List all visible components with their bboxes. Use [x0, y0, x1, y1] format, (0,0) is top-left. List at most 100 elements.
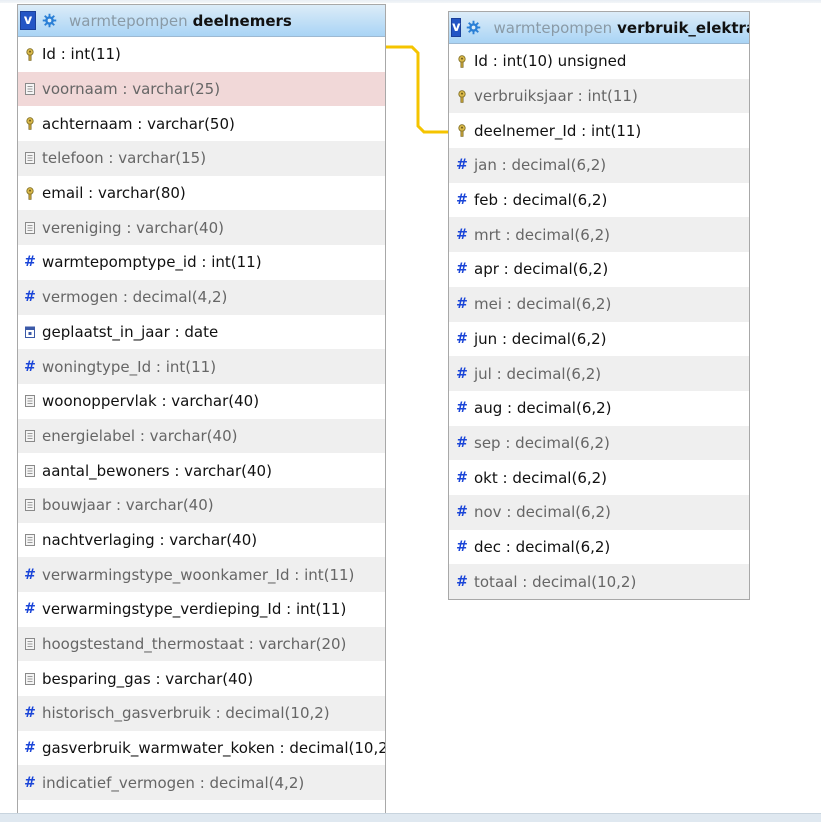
gear-icon[interactable]: [41, 13, 57, 29]
column-name: aantal_bewoners: [42, 461, 170, 480]
column-row[interactable]: # indicatief_vermogen : decimal(4,2): [18, 765, 385, 801]
column-row[interactable]: bouwjaar : varchar(40): [18, 487, 385, 523]
column-row[interactable]: telefoon : varchar(15): [18, 141, 385, 176]
column-type: decimal(6,2): [515, 537, 611, 556]
column-row[interactable]: geplaatst_in_jaar : date: [18, 315, 385, 350]
numeric-icon: #: [456, 226, 468, 243]
column-separator: :: [55, 45, 71, 64]
text-icon: [24, 637, 36, 651]
column-separator: :: [103, 149, 119, 168]
numeric-icon: #: [24, 774, 36, 791]
column-row[interactable]: # verwarmingstype_woonkamer_Id : int(11): [18, 557, 385, 592]
key-icon: [456, 54, 468, 68]
column-row[interactable]: # okt : decimal(6,2): [449, 460, 749, 495]
table-header[interactable]: v warmtepompen verbruik_elektra: [449, 12, 749, 44]
column-name: dec: [474, 537, 501, 556]
column-row[interactable]: # jul : decimal(6,2): [449, 356, 749, 391]
column-name: email: [42, 184, 84, 203]
table-name[interactable]: verbruik_elektra: [617, 19, 749, 37]
column-type: int(10) unsigned: [502, 52, 627, 71]
column-separator: :: [517, 572, 533, 591]
column-row[interactable]: # mei : decimal(6,2): [449, 286, 749, 322]
column-type: int(11): [304, 565, 355, 584]
column-row[interactable]: deelnemer_Id : int(11): [449, 113, 749, 148]
column-row[interactable]: # woningtype_Id : int(11): [18, 349, 385, 384]
column-row[interactable]: # sep : decimal(6,2): [449, 425, 749, 461]
key-icon: [24, 186, 36, 200]
column-separator: :: [497, 329, 512, 348]
column-row[interactable]: # apr : decimal(6,2): [449, 252, 749, 287]
column-row[interactable]: # totaal : decimal(10,2): [449, 564, 749, 599]
column-separator: :: [487, 52, 503, 71]
gear-icon[interactable]: [466, 20, 481, 36]
column-type: int(11): [70, 45, 121, 64]
column-row[interactable]: besparing_gas : varchar(40): [18, 661, 385, 696]
numeric-icon: #: [456, 261, 468, 278]
column-name: historisch_gasverbruik: [42, 704, 211, 723]
column-row[interactable]: # jun : decimal(6,2): [449, 322, 749, 357]
column-row[interactable]: energielabel : varchar(40): [18, 418, 385, 454]
column-row[interactable]: # gasverbruik_warmwater_koken : decimal(1…: [18, 731, 385, 766]
column-type: decimal(6,2): [513, 260, 609, 279]
column-row[interactable]: vereniging : varchar(40): [18, 210, 385, 246]
column-row[interactable]: # verwarmingstype_verdieping_Id : int(11): [18, 592, 385, 627]
column-row[interactable]: # warmtepomptype_id : int(11): [18, 245, 385, 280]
column-name: vermogen: [42, 288, 119, 307]
table-verbruik-elektra[interactable]: v warmtepompen verbruik_elektra Id : int…: [448, 11, 750, 600]
column-row[interactable]: Id : int(10) unsigned: [449, 44, 749, 79]
column-row[interactable]: # aug : decimal(6,2): [449, 391, 749, 426]
column-type: decimal(6,2): [512, 191, 608, 210]
column-row[interactable]: # mrt : decimal(6,2): [449, 217, 749, 253]
column-name: nachtverlaging: [42, 530, 155, 549]
column-name: achternaam: [42, 114, 133, 133]
column-separator: :: [154, 530, 170, 549]
numeric-icon: #: [24, 601, 36, 618]
column-row[interactable]: # historisch_gasverbruik : decimal(10,2): [18, 696, 385, 731]
column-type: decimal(6,2): [515, 225, 610, 244]
column-separator: :: [498, 260, 514, 279]
table-menu-button[interactable]: v: [20, 11, 36, 30]
column-name: okt: [474, 468, 498, 487]
column-row[interactable]: hoogstestand_thermostaat : varchar(20): [18, 626, 385, 662]
column-row[interactable]: # dec : decimal(6,2): [449, 530, 749, 565]
column-type: varchar(40): [169, 530, 258, 549]
column-separator: :: [501, 503, 517, 522]
numeric-icon: #: [456, 469, 468, 486]
column-row[interactable]: achternaam : varchar(50): [18, 106, 385, 141]
column-name: Id: [474, 52, 488, 71]
column-row[interactable]: verbruiksjaar : int(11): [449, 78, 749, 114]
column-name: besparing_gas: [42, 669, 151, 688]
column-row[interactable]: email : varchar(80): [18, 176, 385, 211]
column-separator: :: [500, 433, 516, 452]
column-separator: :: [289, 565, 305, 584]
table-name[interactable]: deelnemers: [193, 12, 292, 30]
column-type: decimal(6,2): [516, 503, 611, 522]
column-separator: :: [151, 357, 166, 376]
column-row[interactable]: nachtverlaging : varchar(40): [18, 523, 385, 558]
column-row[interactable]: aantal_bewoners : varchar(40): [18, 453, 385, 488]
column-type: varchar(80): [97, 184, 186, 203]
text-icon: [24, 151, 36, 165]
text-icon: [24, 82, 36, 96]
key-icon: [24, 47, 36, 61]
column-type: int(11): [590, 121, 642, 140]
numeric-icon: #: [24, 358, 36, 375]
table-deelnemers[interactable]: v warmtepompen deelnemers Id : int(11) vo…: [17, 4, 386, 816]
column-name: geplaatst_in_jaar: [42, 322, 170, 341]
numeric-icon: #: [24, 566, 36, 583]
column-separator: :: [132, 114, 148, 133]
column-row[interactable]: # vermogen : decimal(4,2): [18, 279, 385, 315]
column-name: verwarmingstype_woonkamer_Id: [42, 565, 290, 584]
column-row[interactable]: voornaam : varchar(25): [18, 71, 385, 107]
column-row[interactable]: Id : int(11): [18, 37, 385, 72]
column-row[interactable]: woonoppervlak : varchar(40): [18, 384, 385, 419]
table-menu-button[interactable]: v: [451, 18, 462, 37]
table-header[interactable]: v warmtepompen deelnemers: [18, 5, 385, 37]
column-separator: :: [169, 461, 185, 480]
column-name: woonoppervlak: [42, 392, 157, 411]
column-row[interactable]: # nov : decimal(6,2): [449, 494, 749, 530]
text-icon: [24, 221, 36, 235]
column-name: gasverbruik_warmwater_koken: [42, 739, 275, 758]
column-row[interactable]: # jan : decimal(6,2): [449, 148, 749, 183]
column-row[interactable]: # feb : decimal(6,2): [449, 183, 749, 218]
